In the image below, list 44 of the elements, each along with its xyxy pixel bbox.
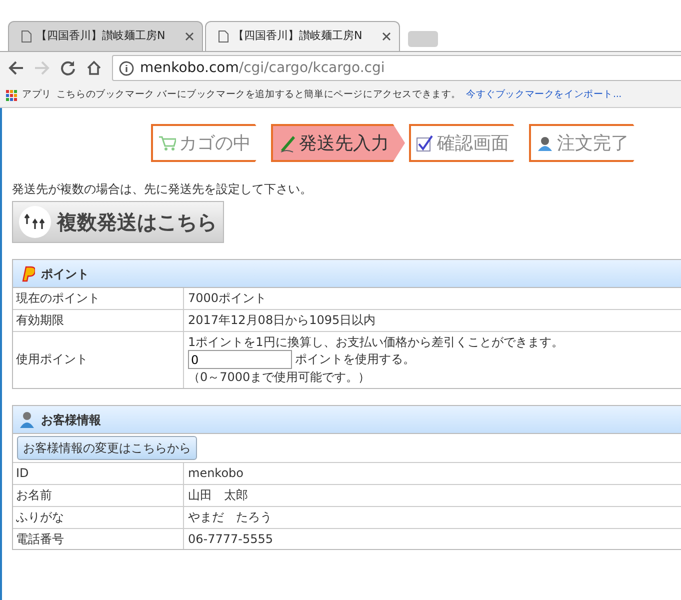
row-value: 山田 太郎 [187,486,249,504]
home-icon[interactable] [86,60,102,76]
row-value: menkobo [187,465,244,482]
info-icon [119,60,134,76]
row-label: お名前 [13,484,184,506]
row-label: ふりがな [13,506,184,528]
reload-icon[interactable] [60,60,76,76]
url-text: menkobo.com/cgi/cargo/kcargo.cgi [140,58,385,78]
points-input[interactable]: 0 [188,350,292,370]
document-icon [218,30,229,43]
shipping-note: 発送先が複数の場合は、先に発送先を設定して下さい。 [12,181,313,198]
row-value: 2017年12月08日から1095日以内 [187,312,377,329]
row-label: ID [13,463,184,484]
points-suffix: ポイントを使用する。 [295,351,415,368]
section-title: お客様情報 [41,412,101,429]
document-icon [21,30,32,43]
edit-customer-button[interactable]: お客様情報の変更はこちらから [17,436,197,460]
cart-icon [158,134,176,152]
browser-tab[interactable]: 【四国香川】讃岐麺工房N [205,21,400,51]
row-value: 7000ポイント [187,290,268,307]
row-value: やまだ たろう [187,508,273,526]
import-bookmarks-link[interactable]: 今すぐブックマークをインポート... [466,88,622,103]
row-label: 電話番号 [13,528,184,550]
row-value: 06-7777-5555 [187,530,274,548]
bookmarks-message: こちらのブックマーク バーにブックマークを追加すると簡単にページにアクセスできます。 [56,88,462,102]
pen-icon [278,134,296,152]
points-hint: （0～7000まで使用可能です。） [188,369,372,386]
checkout-step: 発送先入力 [271,124,405,162]
row-label: 使用ポイント [13,332,184,388]
row-label: 有効期限 [13,310,184,331]
person-icon [19,410,35,429]
back-icon[interactable] [8,60,24,76]
checkbox-icon [416,134,434,152]
row-label: 現在のポイント [13,288,184,309]
close-icon[interactable] [382,32,391,41]
points-description: 1ポイントを1円に換算し、お支払い価格から差引くことができます。 [188,334,564,350]
section-title: ポイント [41,266,89,282]
apps-grid-icon[interactable] [6,90,17,101]
arrows-up-icon [24,214,46,230]
apps-link[interactable]: アプリ [22,88,52,103]
address-bar[interactable]: menkobo.com/cgi/cargo/kcargo.cgi [112,55,681,81]
close-icon[interactable] [185,32,194,41]
browser-tab[interactable]: 【四国香川】讃岐麺工房N [8,21,203,51]
multiple-shipping-button[interactable]: 複数発送はこちら [12,201,224,243]
